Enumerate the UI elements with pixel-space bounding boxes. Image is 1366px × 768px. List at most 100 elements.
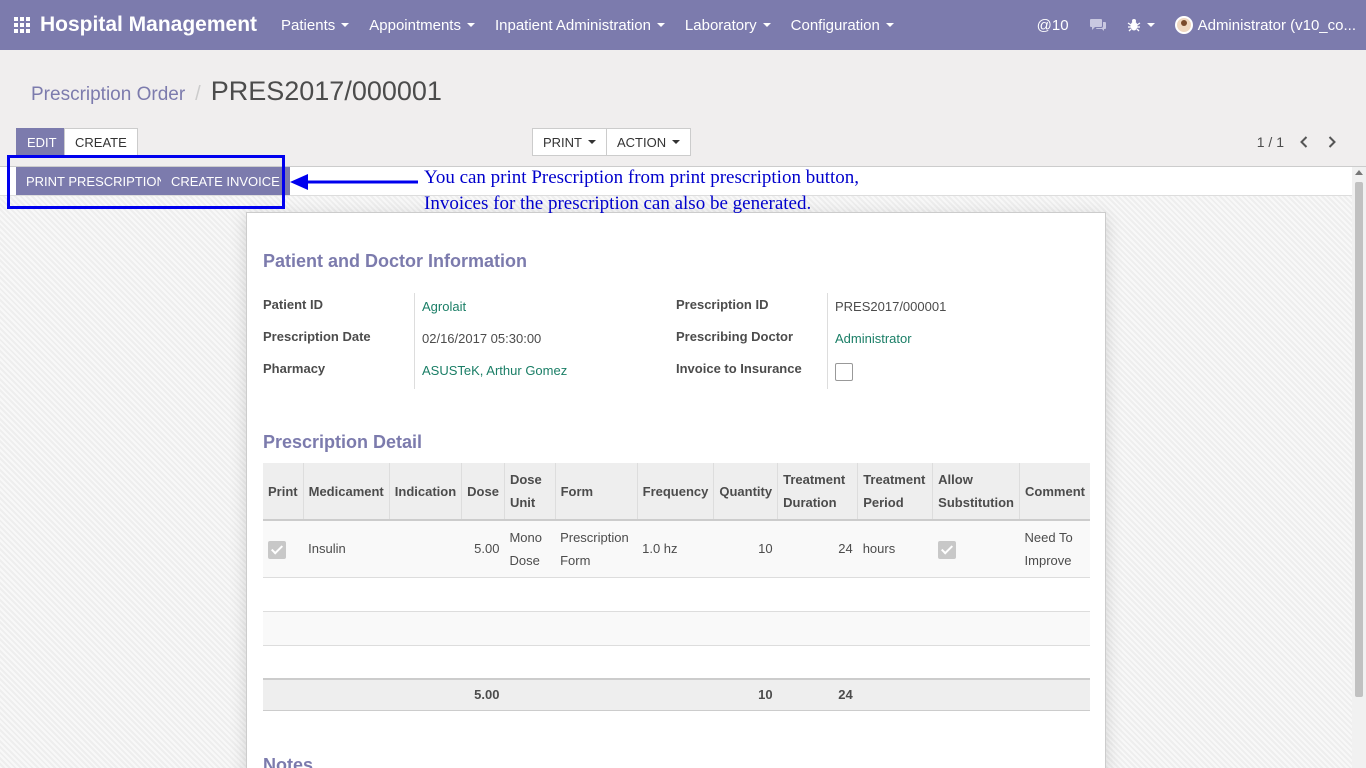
debug-bug-icon[interactable] <box>1117 18 1165 32</box>
menu-configuration[interactable]: Configuration <box>781 17 904 34</box>
total-quantity: 10 <box>713 678 778 711</box>
pharmacy-link[interactable]: ASUSTeK, Arthur Gomez <box>422 363 567 378</box>
invoice-insurance-label: Invoice to Insurance <box>676 361 802 376</box>
caret-down-icon <box>588 140 596 144</box>
cell-form: Prescription Form <box>555 520 638 578</box>
scroll-up-arrow-icon[interactable] <box>1355 170 1363 175</box>
annotation-highlight-box <box>7 155 285 209</box>
col-period-line1: Treatment <box>863 472 926 487</box>
col-period-line2: Period <box>863 495 904 510</box>
col-duration-line1: Treatment <box>783 472 846 487</box>
checkbox-checked-icon <box>268 540 286 559</box>
cell-dose: 5.00 <box>461 520 505 578</box>
action-label: ACTION <box>617 134 667 150</box>
field-divider <box>414 293 415 389</box>
total-duration: 24 <box>777 678 858 711</box>
col-medicament[interactable]: Medicament <box>302 463 390 521</box>
menu-laboratory[interactable]: Laboratory <box>675 17 781 34</box>
prescription-date-value: 02/16/2017 05:30:00 <box>422 331 542 346</box>
checkbox-checked-icon <box>937 540 956 559</box>
col-quantity[interactable]: Quantity <box>713 463 778 521</box>
breadcrumb-separator: / <box>195 83 201 105</box>
cell-comment: Need To Improve <box>1019 520 1090 578</box>
invoice-insurance-checkbox[interactable] <box>835 363 853 381</box>
table-header-row: Print Medicament Indication Dose Dose Uni… <box>263 463 1090 521</box>
comment-line1: Need To <box>1024 529 1073 545</box>
print-dropdown-button[interactable]: PRINT <box>532 128 607 156</box>
cell-indication <box>389 520 462 578</box>
annotation-arrow-icon <box>290 174 418 190</box>
breadcrumb-parent[interactable]: Prescription Order <box>31 84 185 106</box>
menu-appointments[interactable]: Appointments <box>359 17 485 34</box>
edit-button[interactable]: EDIT <box>16 128 68 156</box>
table-row[interactable]: Insulin 5.00 Mono Dose Prescription Form 1… <box>263 520 1090 578</box>
col-subst-line1: Allow <box>938 472 973 487</box>
col-treatment-period[interactable]: Treatment Period <box>857 463 933 521</box>
app-brand[interactable]: Hospital Management <box>40 13 257 37</box>
caret-down-icon <box>466 23 475 27</box>
caret-down-icon <box>656 23 665 27</box>
menu-laboratory-label: Laboratory <box>684 16 757 34</box>
action-dropdown-button[interactable]: ACTION <box>607 128 692 156</box>
navbar-right: @10 Administrator (v10_co... <box>1027 0 1366 50</box>
section-title-patient-doctor: Patient and Doctor Information <box>263 251 528 271</box>
patient-id-link[interactable]: Agrolait <box>422 299 466 314</box>
menu-patients-label: Patients <box>281 16 336 34</box>
cell-treatment-period: hours <box>857 520 933 578</box>
section-title-prescription-detail: Prescription Detail <box>263 432 423 452</box>
chat-icon[interactable] <box>1079 17 1117 33</box>
prescription-lines-table: Print Medicament Indication Dose Dose Uni… <box>263 463 1090 711</box>
pager-value[interactable]: 1 / 1 <box>1257 134 1284 150</box>
col-print[interactable]: Print <box>263 463 304 521</box>
caret-down-icon <box>672 140 681 144</box>
col-dose[interactable]: Dose <box>461 463 505 521</box>
chevron-left-icon[interactable] <box>1290 128 1318 156</box>
chevron-right-icon[interactable] <box>1318 128 1346 156</box>
pager: 1 / 1 <box>1257 128 1346 156</box>
prescription-id-value: PRES2017/000001 <box>835 299 947 314</box>
scrollbar-thumb[interactable] <box>1355 182 1363 697</box>
prescribing-doctor-link[interactable]: Administrator <box>835 331 912 346</box>
col-duration-line2: Duration <box>783 495 837 510</box>
col-dose-unit[interactable]: Dose Unit <box>503 463 556 521</box>
sidebar-buttons: PRINT ACTION <box>532 128 692 156</box>
pharmacy-label: Pharmacy <box>263 361 326 376</box>
menu-inpatient[interactable]: Inpatient Administration <box>485 17 675 34</box>
table-empty-row <box>263 645 1090 680</box>
total-dose: 5.00 <box>461 678 505 711</box>
menu-appointments-label: Appointments <box>369 16 461 34</box>
breadcrumb-current: PRES2017/000001 <box>210 76 442 106</box>
dose-unit-line2: Dose <box>509 552 540 568</box>
dose-unit-line1: Mono <box>509 529 542 545</box>
col-comment[interactable]: Comment <box>1019 463 1090 521</box>
col-allow-substitution[interactable]: Allow Substitution <box>932 463 1020 521</box>
col-form[interactable]: Form <box>554 463 638 521</box>
caret-down-icon <box>1146 23 1155 27</box>
print-label: PRINT <box>543 134 582 150</box>
menu-patients[interactable]: Patients <box>271 17 359 34</box>
col-treatment-duration[interactable]: Treatment Duration <box>777 463 858 521</box>
table-empty-row <box>263 611 1090 646</box>
prescription-id-label: Prescription ID <box>676 297 769 312</box>
user-menu[interactable]: Administrator (v10_co... <box>1165 16 1366 34</box>
form-line2: Form <box>560 552 591 568</box>
col-indication[interactable]: Indication <box>388 463 462 521</box>
mentions-counter[interactable]: @10 <box>1027 17 1079 34</box>
cell-dose-unit: Mono Dose <box>504 520 556 578</box>
cell-print <box>263 520 304 578</box>
section-title-notes: Notes <box>263 755 314 768</box>
table-footer-row: 5.00 10 24 <box>263 678 1090 711</box>
prescription-date-label: Prescription Date <box>263 329 371 344</box>
top-navbar: Hospital Management Patients Appointment… <box>0 0 1366 50</box>
create-button[interactable]: CREATE <box>64 128 138 156</box>
scrollbar[interactable] <box>1352 167 1366 768</box>
caret-down-icon <box>762 23 771 27</box>
apps-menu-icon[interactable] <box>14 17 30 33</box>
menu-inpatient-label: Inpatient Administration <box>494 16 651 34</box>
col-frequency[interactable]: Frequency <box>636 463 714 521</box>
col-dose-unit-line1: Dose <box>509 472 542 487</box>
annotation-text: You can print Prescription from print pr… <box>424 165 859 217</box>
control-panel: Prescription Order / PRES2017/000001 EDI… <box>0 50 1366 167</box>
patient-id-label: Patient ID <box>263 297 323 312</box>
field-divider <box>827 293 828 389</box>
